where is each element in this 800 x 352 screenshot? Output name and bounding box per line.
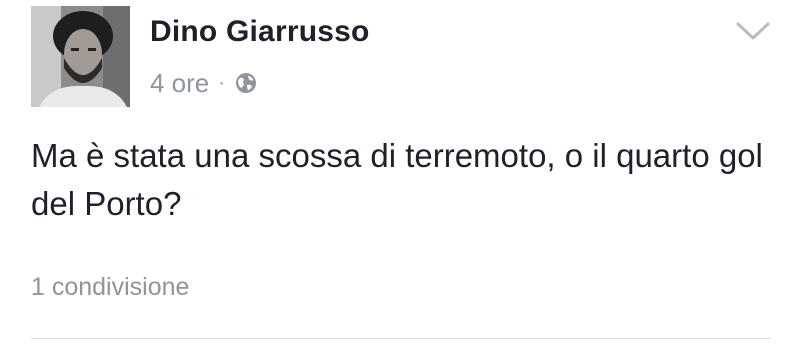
divider [31,338,771,339]
profile-photo [31,6,130,107]
chevron-down-icon[interactable] [735,20,771,42]
post-time[interactable]: 4 ore [150,68,209,99]
avatar[interactable] [31,6,130,107]
share-count[interactable]: 1 condivisione [31,273,189,302]
post-text: Ma è stata una scossa di terremoto, o il… [31,137,763,222]
meta-separator: · [218,71,225,94]
facebook-post: Dino Giarrusso 4 ore · Ma è stata una sc… [0,0,800,352]
post-meta: 4 ore · [150,66,257,100]
globe-icon[interactable] [235,72,257,94]
author-name[interactable]: Dino Giarrusso [150,15,370,49]
